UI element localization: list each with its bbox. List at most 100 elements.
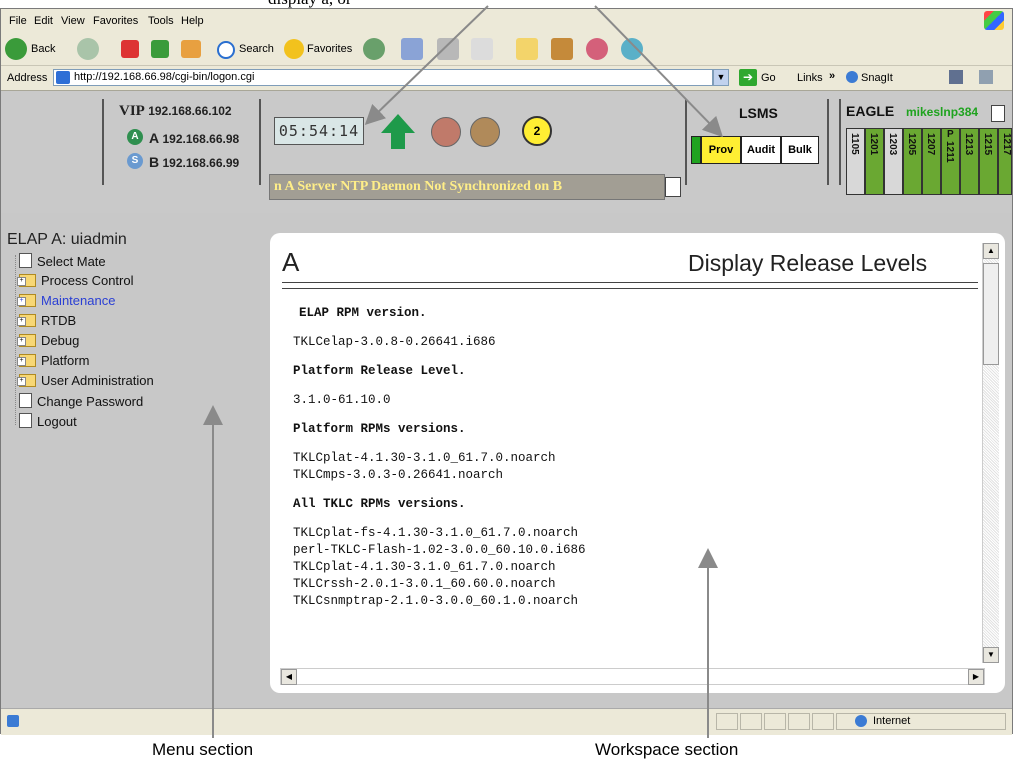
scroll-thumb[interactable] <box>983 263 999 365</box>
edit-icon[interactable] <box>471 38 493 60</box>
workspace-server-letter: A <box>282 247 300 277</box>
status-bar: Internet <box>1 708 1012 735</box>
zone-label: Internet <box>873 715 911 727</box>
workspace-panel: A Display Release Levels ELAP RPM versio… <box>270 233 1005 693</box>
workspace-title: Display Release Levels <box>688 250 928 276</box>
snagit-label[interactable]: SnagIt <box>861 72 893 84</box>
media-icon[interactable] <box>363 38 385 60</box>
back-icon[interactable] <box>5 38 27 60</box>
horizontal-scrollbar[interactable]: ◀ ▶ <box>280 668 985 685</box>
go-button[interactable]: Go <box>761 72 776 84</box>
lsms-prov-button[interactable]: Prov <box>701 136 741 164</box>
menu-tools[interactable]: Tools <box>148 15 174 27</box>
favorites-label[interactable]: Favorites <box>307 43 352 55</box>
minor-alarm-count[interactable]: 2 <box>522 116 552 146</box>
menu-item-debug[interactable]: + Debug <box>17 333 79 349</box>
home-icon[interactable] <box>181 40 201 58</box>
chevron-right-icon[interactable]: » <box>829 70 835 82</box>
search-icon[interactable] <box>217 41 235 59</box>
go-icon[interactable]: ➔ <box>739 69 757 86</box>
eagle-card[interactable]: 1201 <box>865 128 884 195</box>
capture-icon[interactable] <box>949 70 963 84</box>
notes-icon[interactable] <box>516 38 538 60</box>
host-b-label: B <box>149 154 160 170</box>
expand-icon[interactable]: + <box>17 277 26 286</box>
eagle-card[interactable]: 1213 <box>960 128 979 195</box>
scroll-down-icon[interactable]: ▼ <box>983 647 999 663</box>
menu-item-platform[interactable]: + Platform <box>17 353 89 369</box>
eagle-card[interactable]: 1105 <box>846 128 865 195</box>
alarm-ticker[interactable]: n A Server NTP Daemon Not Synchronized o… <box>269 174 665 200</box>
eagle-card-marker: P <box>947 129 954 140</box>
back-label[interactable]: Back <box>31 43 55 55</box>
browser-menubar: File Edit View Favorites Tools Help <box>1 9 1012 34</box>
research-icon[interactable] <box>551 38 573 60</box>
lsms-audit-button[interactable]: Audit <box>741 136 781 164</box>
login-label: ELAP A: uiadmin <box>7 231 127 248</box>
menu-item-maintenance[interactable]: + Maintenance <box>17 293 115 309</box>
top-caption: display a, or <box>0 0 1013 8</box>
section-line: 3.1.0-61.10.0 <box>293 393 391 407</box>
menu-edit[interactable]: Edit <box>34 15 53 27</box>
eagle-card[interactable]: 1217 <box>998 128 1012 195</box>
favorites-icon[interactable] <box>284 39 304 59</box>
eagle-card[interactable]: 1215 <box>979 128 998 195</box>
divider <box>282 288 978 289</box>
scroll-up-icon[interactable]: ▲ <box>983 243 999 259</box>
address-label: Address <box>7 72 48 84</box>
status-cell <box>788 713 810 730</box>
people-icon[interactable] <box>621 38 643 60</box>
messenger-icon[interactable] <box>586 38 608 60</box>
zone-cell: Internet <box>836 713 1006 730</box>
menu-help[interactable]: Help <box>181 15 204 27</box>
menu-item-user-administration[interactable]: + User Administration <box>17 373 154 389</box>
expand-icon[interactable]: + <box>17 357 26 366</box>
stop-icon[interactable] <box>121 40 139 58</box>
eagle-card[interactable]: 1207 <box>922 128 941 195</box>
vip-row: VIP 192.168.66.102 <box>119 103 232 120</box>
address-input[interactable]: http://192.168.66.98/cgi-bin/logon.cgi <box>53 69 713 86</box>
menu-item-rtdb[interactable]: + RTDB <box>17 313 76 329</box>
divider <box>282 282 978 283</box>
search-label[interactable]: Search <box>239 43 274 55</box>
menu-item-change-password[interactable]: Change Password <box>19 393 143 409</box>
eagle-card[interactable]: 1211 P <box>941 128 960 195</box>
scroll-right-icon[interactable]: ▶ <box>968 669 984 685</box>
menu-item-process-control[interactable]: + Process Control <box>17 273 133 289</box>
menu-file[interactable]: File <box>9 15 27 27</box>
menu-item-select-mate[interactable]: Select Mate <box>19 253 106 269</box>
expand-icon[interactable]: + <box>17 377 26 386</box>
menu-section-caption: Menu section <box>152 740 254 759</box>
expand-icon[interactable]: + <box>17 317 26 326</box>
address-bar: Address http://192.168.66.98/cgi-bin/log… <box>1 66 1012 91</box>
eagle-details-icon[interactable] <box>991 105 1005 122</box>
scroll-left-icon[interactable]: ◀ <box>281 669 297 685</box>
tree-line <box>15 255 16 425</box>
menu-item-logout[interactable]: Logout <box>19 413 77 429</box>
links-label[interactable]: Links <box>797 72 823 84</box>
eagle-card[interactable]: 1203 <box>884 128 903 195</box>
critical-alarm-led[interactable] <box>431 117 461 147</box>
separator <box>102 99 104 185</box>
menu-favorites[interactable]: Favorites <box>93 15 138 27</box>
section-heading: Platform RPMs versions. <box>293 422 466 436</box>
app-header: VIP 192.168.66.102 A A 192.168.66.98 S B… <box>1 91 1012 213</box>
eagle-card[interactable]: 1205 <box>903 128 922 195</box>
address-dropdown-icon[interactable]: ▼ <box>713 69 729 86</box>
mail-icon[interactable] <box>401 38 423 60</box>
refresh-icon[interactable] <box>151 40 169 58</box>
forward-icon[interactable] <box>77 38 99 60</box>
window-icon[interactable] <box>979 70 993 84</box>
page-icon <box>56 71 70 84</box>
print-icon[interactable] <box>437 38 459 60</box>
menu-view[interactable]: View <box>61 15 85 27</box>
lsms-bulk-button[interactable]: Bulk <box>781 136 819 164</box>
alarm-details-icon[interactable] <box>665 177 681 197</box>
expand-icon[interactable]: + <box>17 297 26 306</box>
expand-icon[interactable]: + <box>17 337 26 346</box>
status-cell <box>812 713 834 730</box>
major-alarm-led[interactable] <box>470 117 500 147</box>
separator <box>259 99 261 185</box>
up-arrow-icon[interactable] <box>378 111 418 151</box>
vertical-scrollbar[interactable]: ▲ ▼ <box>982 243 999 663</box>
